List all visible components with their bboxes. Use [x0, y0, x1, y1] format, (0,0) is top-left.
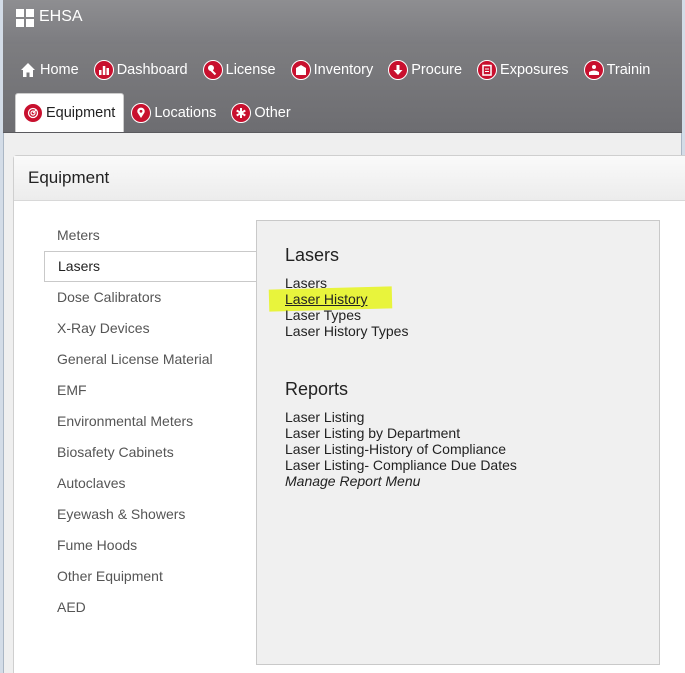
link-lasers[interactable]: Lasers — [285, 275, 408, 291]
sidebar-item-general-license-material[interactable]: General License Material — [44, 344, 256, 375]
reports-heading: Reports — [285, 379, 349, 399]
locations-icon — [131, 103, 152, 123]
windows-logo-icon — [16, 9, 34, 27]
nav-home-label: Home — [40, 62, 79, 78]
link-laser-history-types[interactable]: Laser History Types — [285, 323, 408, 339]
equipment-panel: Equipment Meters Lasers Dose Calibrators… — [13, 155, 685, 673]
sidebar-item-biosafety-cabinets[interactable]: Biosafety Cabinets — [44, 437, 256, 468]
nav-training-label: Trainin — [606, 62, 651, 78]
exposures-icon — [477, 60, 498, 80]
nav-exposures[interactable]: Exposures — [470, 52, 577, 88]
lasers-content: Lasers Lasers Laser History Laser Types … — [256, 220, 660, 665]
nav-procure[interactable]: Procure — [381, 52, 470, 88]
sidebar-item-other-equipment[interactable]: Other Equipment — [44, 561, 256, 592]
reports-link-list: Laser Listing Laser Listing by Departmen… — [285, 409, 517, 489]
dashboard-icon — [93, 60, 114, 80]
sidebar-item-eyewash-showers[interactable]: Eyewash & Showers — [44, 499, 256, 530]
nav-other[interactable]: Other — [224, 95, 298, 131]
sidebar-item-lasers[interactable]: Lasers — [44, 251, 256, 282]
nav-equipment-label: Equipment — [46, 105, 116, 121]
sidebar-item-emf[interactable]: EMF — [44, 375, 256, 406]
nav-row-secondary: Equipment Locations Other — [15, 93, 299, 132]
equipment-icon — [23, 103, 43, 123]
equipment-sidebar: Meters Lasers Dose Calibrators X-Ray Dev… — [44, 220, 256, 623]
nav-procure-label: Procure — [411, 62, 463, 78]
procure-icon — [388, 60, 409, 80]
link-laser-listing-compliance-due-dates[interactable]: Laser Listing- Compliance Due Dates — [285, 457, 517, 473]
link-laser-listing-by-department[interactable]: Laser Listing by Department — [285, 425, 517, 441]
sidebar-item-meters[interactable]: Meters — [44, 220, 256, 251]
link-laser-listing[interactable]: Laser Listing — [285, 409, 517, 425]
home-icon — [20, 62, 36, 78]
nav-inventory-label: Inventory — [313, 62, 374, 78]
main-navbar: Home Dashboard License Inventory Procure — [3, 44, 682, 133]
sidebar-item-fume-hoods[interactable]: Fume Hoods — [44, 530, 256, 561]
nav-exposures-label: Exposures — [500, 62, 569, 78]
nav-license-label: License — [225, 62, 276, 78]
license-icon — [202, 60, 223, 80]
link-laser-listing-history-compliance[interactable]: Laser Listing-History of Compliance — [285, 441, 517, 457]
nav-dashboard-label: Dashboard — [116, 62, 188, 78]
training-icon — [583, 60, 604, 80]
inventory-icon — [290, 60, 311, 80]
sidebar-item-x-ray-devices[interactable]: X-Ray Devices — [44, 313, 256, 344]
other-icon — [231, 103, 252, 123]
link-laser-types[interactable]: Laser Types — [285, 307, 408, 323]
nav-dashboard[interactable]: Dashboard — [87, 52, 196, 88]
link-laser-history[interactable]: Laser History — [285, 291, 408, 307]
panel-title: Equipment — [14, 156, 685, 201]
nav-row-primary: Home Dashboard License Inventory Procure — [13, 52, 658, 88]
nav-locations-label: Locations — [154, 105, 217, 121]
lasers-heading: Lasers — [285, 245, 340, 265]
sidebar-item-autoclaves[interactable]: Autoclaves — [44, 468, 256, 499]
nav-license[interactable]: License — [196, 52, 284, 88]
app-title: EHSA — [39, 8, 83, 25]
sidebar-item-environmental-meters[interactable]: Environmental Meters — [44, 406, 256, 437]
title-bar: EHSA — [3, 0, 682, 44]
nav-inventory[interactable]: Inventory — [284, 52, 382, 88]
sidebar-item-dose-calibrators[interactable]: Dose Calibrators — [44, 282, 256, 313]
nav-other-label: Other — [254, 105, 291, 121]
link-manage-report-menu[interactable]: Manage Report Menu — [285, 473, 517, 489]
nav-locations[interactable]: Locations — [124, 95, 224, 131]
lasers-link-list: Lasers Laser History Laser Types Laser H… — [285, 275, 408, 339]
nav-home[interactable]: Home — [13, 52, 87, 88]
sidebar-item-aed[interactable]: AED — [44, 592, 256, 623]
nav-training[interactable]: Trainin — [577, 52, 659, 88]
nav-equipment[interactable]: Equipment — [15, 93, 125, 132]
